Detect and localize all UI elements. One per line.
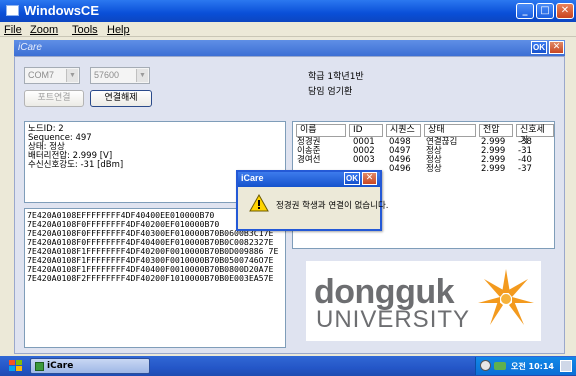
network-icon[interactable]	[494, 362, 506, 370]
table-cell: 정상	[426, 164, 442, 174]
chevron-down-icon: ▼	[66, 69, 78, 82]
app-close-button[interactable]: ✕	[549, 41, 564, 54]
warning-icon	[249, 194, 269, 212]
table-cell: 2.999	[481, 164, 506, 174]
menu-tools[interactable]: Tools	[72, 24, 98, 36]
window-app-icon	[6, 5, 19, 16]
column-header[interactable]: 신호세기	[516, 124, 554, 146]
port-select[interactable]: COM7 ▼	[24, 67, 80, 84]
start-windows-icon[interactable]	[8, 359, 24, 373]
class-grade: 학급 1학년1반	[308, 72, 364, 82]
taskbar-app-button[interactable]: iCare	[30, 358, 150, 374]
chevron-down-icon: ▼	[136, 69, 148, 82]
table-cell: 0496	[389, 164, 411, 174]
app-ok-button[interactable]: OK	[531, 41, 547, 54]
table-cell: -37	[518, 164, 532, 174]
maximize-button[interactable]: □	[536, 3, 554, 19]
dialog-title: iCare	[241, 173, 264, 183]
table-cell: 경여선	[297, 155, 321, 165]
dialog-ok-button[interactable]: OK	[344, 172, 360, 185]
column-header[interactable]: 시퀀스	[386, 124, 421, 137]
log-line: 7E420A0108F2FFFFFFFF4DF40200F1010000B70B…	[27, 273, 274, 283]
column-header[interactable]: ID	[349, 124, 383, 137]
baud-value: 57600	[94, 70, 120, 80]
column-header[interactable]: 전압	[479, 124, 513, 137]
clock: 오전 10:14	[511, 362, 554, 371]
app-titlebar: iCare OK ✕	[14, 40, 565, 56]
window-title: WindowsCE	[24, 3, 99, 18]
window-titlebar: WindowsCE _ □ ✕	[0, 0, 576, 22]
port-value: COM7	[28, 70, 55, 80]
column-header[interactable]: 이름	[296, 124, 346, 137]
logo-subtitle: UNIVERSITY	[316, 306, 471, 333]
logo-star-icon	[478, 269, 534, 325]
dialog-titlebar: iCare OK ✕	[238, 172, 380, 187]
menubar: File Zoom Tools Help	[0, 22, 576, 37]
disconnect-button[interactable]: 연결해제	[90, 90, 152, 107]
column-header[interactable]: 상태	[424, 124, 476, 137]
menu-file[interactable]: File	[4, 24, 22, 36]
system-tray: 오전 10:14	[475, 357, 576, 375]
app-icon	[35, 362, 44, 371]
taskbar: iCare 오전 10:14	[0, 356, 576, 376]
app-title: iCare	[18, 42, 42, 53]
dialog-message: 정경권 학생과 연결이 없습니다.	[276, 201, 389, 211]
university-logo: dongguk UNIVERSITY	[306, 261, 541, 341]
close-button[interactable]: ✕	[556, 3, 574, 19]
taskbar-app-label: iCare	[47, 361, 74, 371]
message-dialog: iCare OK ✕ 정경권 학생과 연결이 없습니다.	[236, 170, 388, 231]
class-teacher: 담임 엄기환	[308, 87, 353, 97]
menu-help[interactable]: Help	[107, 24, 130, 36]
connect-button[interactable]: 포트연결	[24, 90, 84, 107]
status-line: 수신신호강도: -31 [dBm]	[28, 160, 124, 170]
baud-select[interactable]: 57600 ▼	[90, 67, 150, 84]
dialog-close-button[interactable]: ✕	[362, 172, 377, 185]
menu-zoom[interactable]: Zoom	[30, 24, 58, 36]
screen: WindowsCE _ □ ✕ File Zoom Tools Help iCa…	[0, 0, 576, 376]
desktop-icon[interactable]	[560, 360, 572, 372]
input-method-icon[interactable]	[480, 360, 491, 371]
minimize-button[interactable]: _	[516, 3, 534, 19]
table-cell: 0003	[353, 155, 375, 165]
